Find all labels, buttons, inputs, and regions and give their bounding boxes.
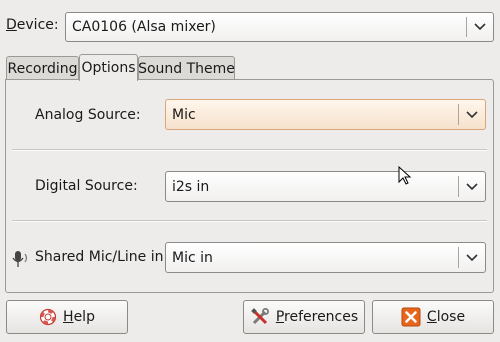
divider [12, 149, 487, 151]
shared-mic-value: Mic in [172, 249, 213, 266]
close-button-label: Close [427, 309, 465, 325]
tab-sound-theme-label: Sound Theme [138, 60, 235, 77]
tab-recording-label: Recording [7, 60, 78, 77]
chevron-down-icon [467, 13, 493, 41]
close-button[interactable]: Close [372, 300, 494, 334]
device-label-text: evice: [16, 17, 59, 33]
tab-recording[interactable]: Recording [6, 56, 79, 80]
digital-source-label: Digital Source: [35, 178, 138, 194]
tab-options[interactable]: Options [79, 54, 138, 81]
help-button-label: Help [63, 309, 95, 325]
tab-options-label: Options [81, 60, 136, 76]
preferences-button[interactable]: Preferences [243, 300, 365, 334]
preferences-button-label: Preferences [276, 309, 358, 325]
chevron-down-icon [459, 100, 485, 129]
preferences-label-rest: references [284, 309, 359, 325]
device-select[interactable]: CA0106 (Alsa mixer) [65, 12, 494, 42]
close-mnemonic: C [426, 309, 437, 325]
help-mnemonic: H [63, 309, 74, 325]
preferences-mnemonic: P [275, 309, 285, 325]
shared-mic-select[interactable]: Mic in [165, 242, 486, 273]
digital-source-value: i2s in [172, 178, 210, 195]
tab-sound-theme[interactable]: Sound Theme [138, 56, 235, 80]
help-lifebuoy-icon [39, 308, 57, 326]
device-label: Device: [6, 17, 59, 33]
digital-source-select[interactable]: i2s in [165, 171, 486, 202]
close-label-rest: lose [436, 309, 466, 325]
chevron-down-icon [459, 243, 485, 272]
help-label-rest: elp [73, 309, 95, 325]
device-select-value: CA0106 (Alsa mixer) [72, 19, 216, 35]
analog-source-label: Analog Source: [35, 107, 141, 123]
device-label-mnemonic: D [6, 17, 17, 33]
close-x-icon [401, 307, 421, 327]
analog-source-select[interactable]: Mic [165, 99, 486, 130]
analog-source-value: Mic [172, 106, 196, 123]
tools-icon [250, 307, 270, 327]
divider [12, 220, 487, 222]
help-button[interactable]: Help [6, 300, 128, 334]
microphone-icon [11, 249, 31, 273]
mouse-cursor-icon [398, 165, 412, 190]
shared-mic-label: Shared Mic/Line in: [35, 249, 169, 265]
chevron-down-icon [459, 172, 485, 201]
